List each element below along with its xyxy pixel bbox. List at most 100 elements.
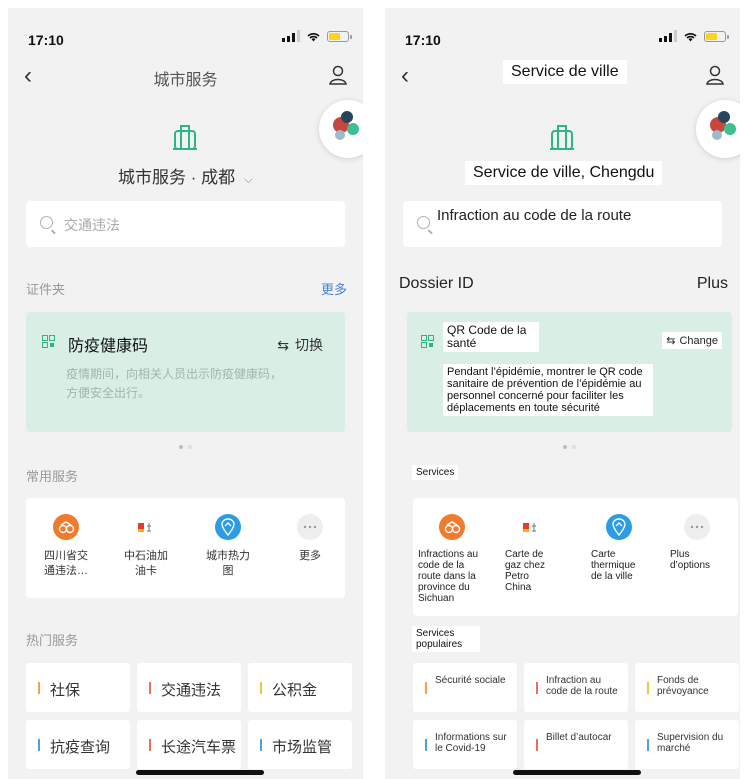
common-services-label: Services xyxy=(412,465,459,480)
service-item-more[interactable]: Plus d’options xyxy=(665,514,729,573)
switch-label: 切换 xyxy=(295,337,323,353)
hot-service-label: 社保 xyxy=(50,682,81,699)
chevron-down-icon: ⌵ xyxy=(243,172,253,186)
carousel-dots xyxy=(8,445,363,449)
service-label: Carte de gaz chez Petro China xyxy=(505,549,546,593)
id-folder-label: 证件夹 xyxy=(26,282,66,297)
qr-code-icon xyxy=(421,335,434,348)
hot-service-label: Fonds de prévoyance xyxy=(657,675,709,697)
more-link[interactable]: Plus xyxy=(697,275,728,293)
phone-screen-chinese: 17:10 ‹ 城市服务 城市服务 · 成都 ⌵ 交通违法 证件夹 更多 防疫健… xyxy=(8,8,363,779)
status-time: 17:10 xyxy=(28,32,64,48)
more-link[interactable]: 更多 xyxy=(321,279,347,298)
status-icons xyxy=(659,30,729,42)
health-code-description: 疫情期间，向相关人员出示防疫健康码，方便安全出行。 xyxy=(66,367,283,400)
battery-icon xyxy=(327,30,352,42)
signal-icon xyxy=(659,30,677,42)
hot-service-provident-fund[interactable]: 公积金 xyxy=(248,663,352,712)
switch-button[interactable]: ⇆ Change xyxy=(662,332,722,349)
heatmap-icon xyxy=(606,514,632,540)
phone-screen-french: 17:10 ‹ Service de ville Service de vill… xyxy=(385,8,740,779)
hot-service-social-security[interactable]: 社保 xyxy=(26,663,130,712)
nav-title: Service de ville xyxy=(503,60,627,84)
common-services-panel: Infractions au code de la route dans la … xyxy=(413,498,738,616)
hot-service-covid-query[interactable]: Informations sur le Covid-19 xyxy=(413,720,517,769)
gas-card-icon xyxy=(133,514,159,540)
hot-service-bus-ticket[interactable]: 长途汽车票 xyxy=(137,720,241,769)
qr-code-icon xyxy=(42,335,55,348)
city-service-logo-icon xyxy=(550,125,574,150)
service-label: Plus d’options xyxy=(670,549,711,571)
service-item-more[interactable]: 更多 xyxy=(274,514,346,564)
health-code-card[interactable]: QR Code de la santé ⇆ Change Pendant l’é… xyxy=(407,312,732,432)
hot-service-social-security[interactable]: Sécurité sociale xyxy=(413,663,517,712)
health-code-title: 防疫健康码 xyxy=(68,338,149,355)
service-label: Infractions au code de la route dans la … xyxy=(418,549,479,604)
home-indicator[interactable] xyxy=(136,770,264,775)
switch-label: Change xyxy=(679,334,718,347)
user-profile-icon[interactable] xyxy=(329,65,347,85)
health-code-title: QR Code de la santé xyxy=(443,322,539,352)
service-label: 更多 xyxy=(299,550,321,562)
service-item-traffic-violation[interactable]: Infractions au code de la route dans la … xyxy=(415,514,489,606)
search-icon xyxy=(417,216,430,229)
service-label: 城市热力 图 xyxy=(206,550,250,577)
gas-card-icon xyxy=(518,514,544,540)
hot-service-covid-query[interactable]: 抗疫查询 xyxy=(26,720,130,769)
city-selector[interactable]: 城市服务 · 成都 ⌵ xyxy=(8,163,363,188)
more-dots-icon xyxy=(684,514,710,540)
hot-service-label: 交通违法 xyxy=(161,682,222,699)
hot-service-market-supervision[interactable]: Supervision du marché xyxy=(635,720,739,769)
hot-service-label: Sécurité sociale xyxy=(435,675,506,686)
search-input[interactable]: Infraction au code de la route xyxy=(403,201,722,247)
hot-service-traffic-violation[interactable]: 交通违法 xyxy=(137,663,241,712)
nav-title: 城市服务 xyxy=(153,72,218,89)
search-icon xyxy=(40,216,53,229)
back-chevron-icon[interactable]: ‹ xyxy=(401,64,409,88)
hot-services-label: 热门服务 xyxy=(26,633,79,648)
city-title: 城市服务 · 成都 xyxy=(118,168,236,187)
status-time: 17:10 xyxy=(405,32,441,48)
mini-program-bubble-icon[interactable] xyxy=(319,100,363,158)
swap-arrows-icon: ⇆ xyxy=(666,335,676,347)
switch-button[interactable]: ⇆ 切换 xyxy=(277,335,323,355)
common-services-panel: 四川省交 通违法… 中石油加 油卡 城市热力 图 更多 xyxy=(26,498,345,598)
id-folder-label: Dossier ID xyxy=(399,275,474,292)
user-profile-icon[interactable] xyxy=(706,65,724,85)
heatmap-icon xyxy=(215,514,241,540)
mini-program-bubble-icon[interactable] xyxy=(696,100,740,158)
service-item-gas-card[interactable]: Carte de gaz chez Petro China xyxy=(501,514,561,595)
common-services-label: 常用服务 xyxy=(26,469,79,484)
hot-services-label: Services populaires xyxy=(412,626,480,652)
hot-service-traffic-violation[interactable]: Infraction au code de la route xyxy=(524,663,628,712)
service-item-gas-card[interactable]: 中石油加 油卡 xyxy=(110,514,182,579)
swap-arrows-icon: ⇆ xyxy=(277,336,289,353)
car-violation-icon xyxy=(53,514,79,540)
service-item-heatmap[interactable]: Carte thermique de la ville xyxy=(587,514,651,584)
carousel-dots xyxy=(385,445,740,449)
hot-service-label: 市场监管 xyxy=(272,739,333,756)
city-service-logo-icon xyxy=(173,125,197,150)
hot-service-label: Informations sur le Covid-19 xyxy=(435,732,507,754)
wifi-icon xyxy=(307,32,320,41)
service-label: 中石油加 油卡 xyxy=(124,550,168,577)
service-item-traffic-violation[interactable]: 四川省交 通违法… xyxy=(30,514,102,579)
hot-service-label: Infraction au code de la route xyxy=(546,675,618,697)
hot-service-market-supervision[interactable]: 市场监管 xyxy=(248,720,352,769)
health-code-card[interactable]: 防疫健康码 ⇆ 切换 疫情期间，向相关人员出示防疫健康码，方便安全出行。 xyxy=(26,312,345,432)
signal-icon xyxy=(282,30,300,42)
hot-service-label: Supervision du marché xyxy=(657,732,724,754)
search-input[interactable]: 交通违法 xyxy=(26,201,345,247)
city-title[interactable]: Service de ville, Chengdu xyxy=(465,161,663,185)
health-code-description: Pendant l’épidémie, montrer le QR code s… xyxy=(443,364,653,416)
service-item-heatmap[interactable]: 城市热力 图 xyxy=(192,514,264,579)
search-placeholder: 交通违法 xyxy=(64,217,120,233)
wifi-icon xyxy=(684,32,697,41)
hot-service-bus-ticket[interactable]: Billet d’autocar xyxy=(524,720,628,769)
hot-service-label: 公积金 xyxy=(272,682,318,699)
more-dots-icon xyxy=(297,514,323,540)
hot-service-label: Billet d’autocar xyxy=(546,732,612,743)
status-icons xyxy=(282,30,352,42)
home-indicator[interactable] xyxy=(513,770,641,775)
hot-service-provident-fund[interactable]: Fonds de prévoyance xyxy=(635,663,739,712)
